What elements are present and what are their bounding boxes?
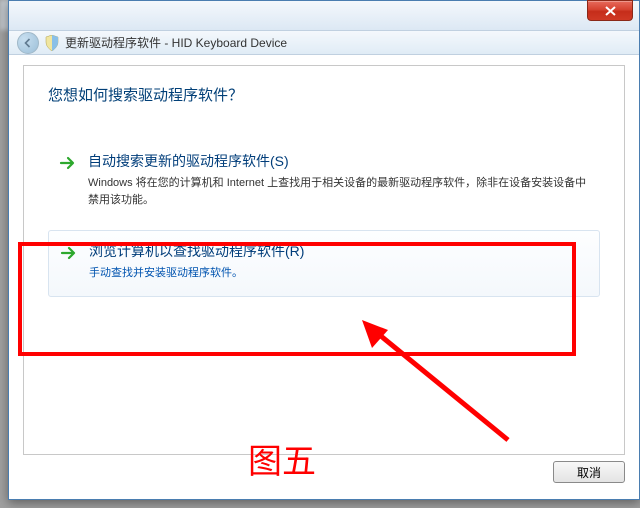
close-icon [605, 6, 616, 16]
shield-icon [45, 35, 59, 51]
back-button[interactable] [17, 32, 39, 54]
nav-bar: 更新驱动程序软件 - HID Keyboard Device [9, 31, 639, 55]
window-title: 更新驱动程序软件 - HID Keyboard Device [65, 34, 287, 51]
dialog-window: 更新驱动程序软件 - HID Keyboard Device 您想如何搜索驱动程… [8, 0, 640, 500]
back-arrow-icon [23, 38, 33, 48]
footer: 取消 [23, 461, 625, 489]
option-auto-search[interactable]: 自动搜索更新的驱动程序软件(S) Windows 将在您的计算机和 Intern… [48, 141, 600, 222]
arrow-right-icon [59, 243, 79, 263]
content-panel: 您想如何搜索驱动程序软件？ 自动搜索更新的驱动程序软件(S) Windows 将… [23, 65, 625, 455]
titlebar [9, 1, 639, 31]
cancel-button[interactable]: 取消 [553, 461, 625, 483]
page-heading: 您想如何搜索驱动程序软件？ [48, 84, 600, 105]
option-body: 浏览计算机以查找驱动程序软件(R) 手动查找并安装驱动程序软件。 [89, 241, 589, 282]
option-title: 自动搜索更新的驱动程序软件(S) [88, 151, 590, 171]
option-desc: 手动查找并安装驱动程序软件。 [89, 265, 589, 282]
arrow-right-icon [58, 153, 78, 173]
cancel-label: 取消 [577, 464, 601, 481]
option-title: 浏览计算机以查找驱动程序软件(R) [89, 241, 589, 261]
option-body: 自动搜索更新的驱动程序软件(S) Windows 将在您的计算机和 Intern… [88, 151, 590, 208]
close-button[interactable] [587, 0, 633, 21]
option-desc: Windows 将在您的计算机和 Internet 上查找用于相关设备的最新驱动… [88, 175, 590, 208]
option-browse-computer[interactable]: 浏览计算机以查找驱动程序软件(R) 手动查找并安装驱动程序软件。 [48, 230, 600, 297]
